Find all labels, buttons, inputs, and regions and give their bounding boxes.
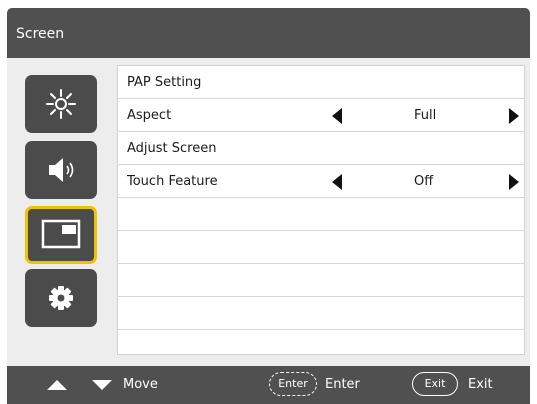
sidebar-item-brightness[interactable] xyxy=(25,75,97,133)
menu-row-value: Full xyxy=(414,108,437,123)
move-hint-label: Move xyxy=(123,377,158,392)
osd-menu-window: Screen PAP Setting Aspect Full Adjust Sc… xyxy=(7,8,530,404)
arrow-up-icon xyxy=(47,380,67,390)
arrow-left-icon[interactable] xyxy=(332,108,342,124)
title-bar: Screen xyxy=(7,8,530,58)
menu-row-empty xyxy=(118,297,524,330)
arrow-left-icon[interactable] xyxy=(332,174,342,190)
arrow-right-icon[interactable] xyxy=(509,174,519,190)
enter-hint-label: Enter xyxy=(325,377,360,392)
menu-row-empty xyxy=(118,198,524,231)
screen-pip-icon xyxy=(41,219,81,249)
menu-row-empty xyxy=(118,231,524,264)
enter-key-icon: Enter xyxy=(269,372,317,396)
window-title: Screen xyxy=(16,26,65,42)
menu-row-label: PAP Setting xyxy=(127,75,202,90)
menu-row-pap-setting[interactable]: PAP Setting xyxy=(118,66,524,99)
menu-row-label: Touch Feature xyxy=(127,174,218,189)
speaker-icon xyxy=(49,158,74,182)
menu-row-empty xyxy=(118,264,524,297)
exit-hint-label: Exit xyxy=(468,377,493,392)
footer-hint-bar: Move Enter Enter Exit Exit xyxy=(7,366,530,404)
arrow-right-icon[interactable] xyxy=(509,108,519,124)
menu-row-adjust-screen[interactable]: Adjust Screen xyxy=(118,132,524,165)
gear-icon xyxy=(49,286,73,310)
sidebar-item-settings[interactable] xyxy=(25,269,97,327)
menu-row-touch-feature[interactable]: Touch Feature Off xyxy=(118,165,524,198)
settings-panel: PAP Setting Aspect Full Adjust Screen To… xyxy=(117,65,525,355)
exit-key-icon: Exit xyxy=(412,372,458,396)
arrow-down-icon xyxy=(92,380,112,390)
menu-row-label: Adjust Screen xyxy=(127,141,217,156)
menu-row-value: Off xyxy=(414,174,434,189)
sidebar-item-audio[interactable] xyxy=(25,141,97,199)
sun-icon xyxy=(46,89,76,119)
sidebar-item-screen[interactable] xyxy=(25,206,97,264)
menu-row-aspect[interactable]: Aspect Full xyxy=(118,99,524,132)
menu-row-label: Aspect xyxy=(127,108,172,123)
